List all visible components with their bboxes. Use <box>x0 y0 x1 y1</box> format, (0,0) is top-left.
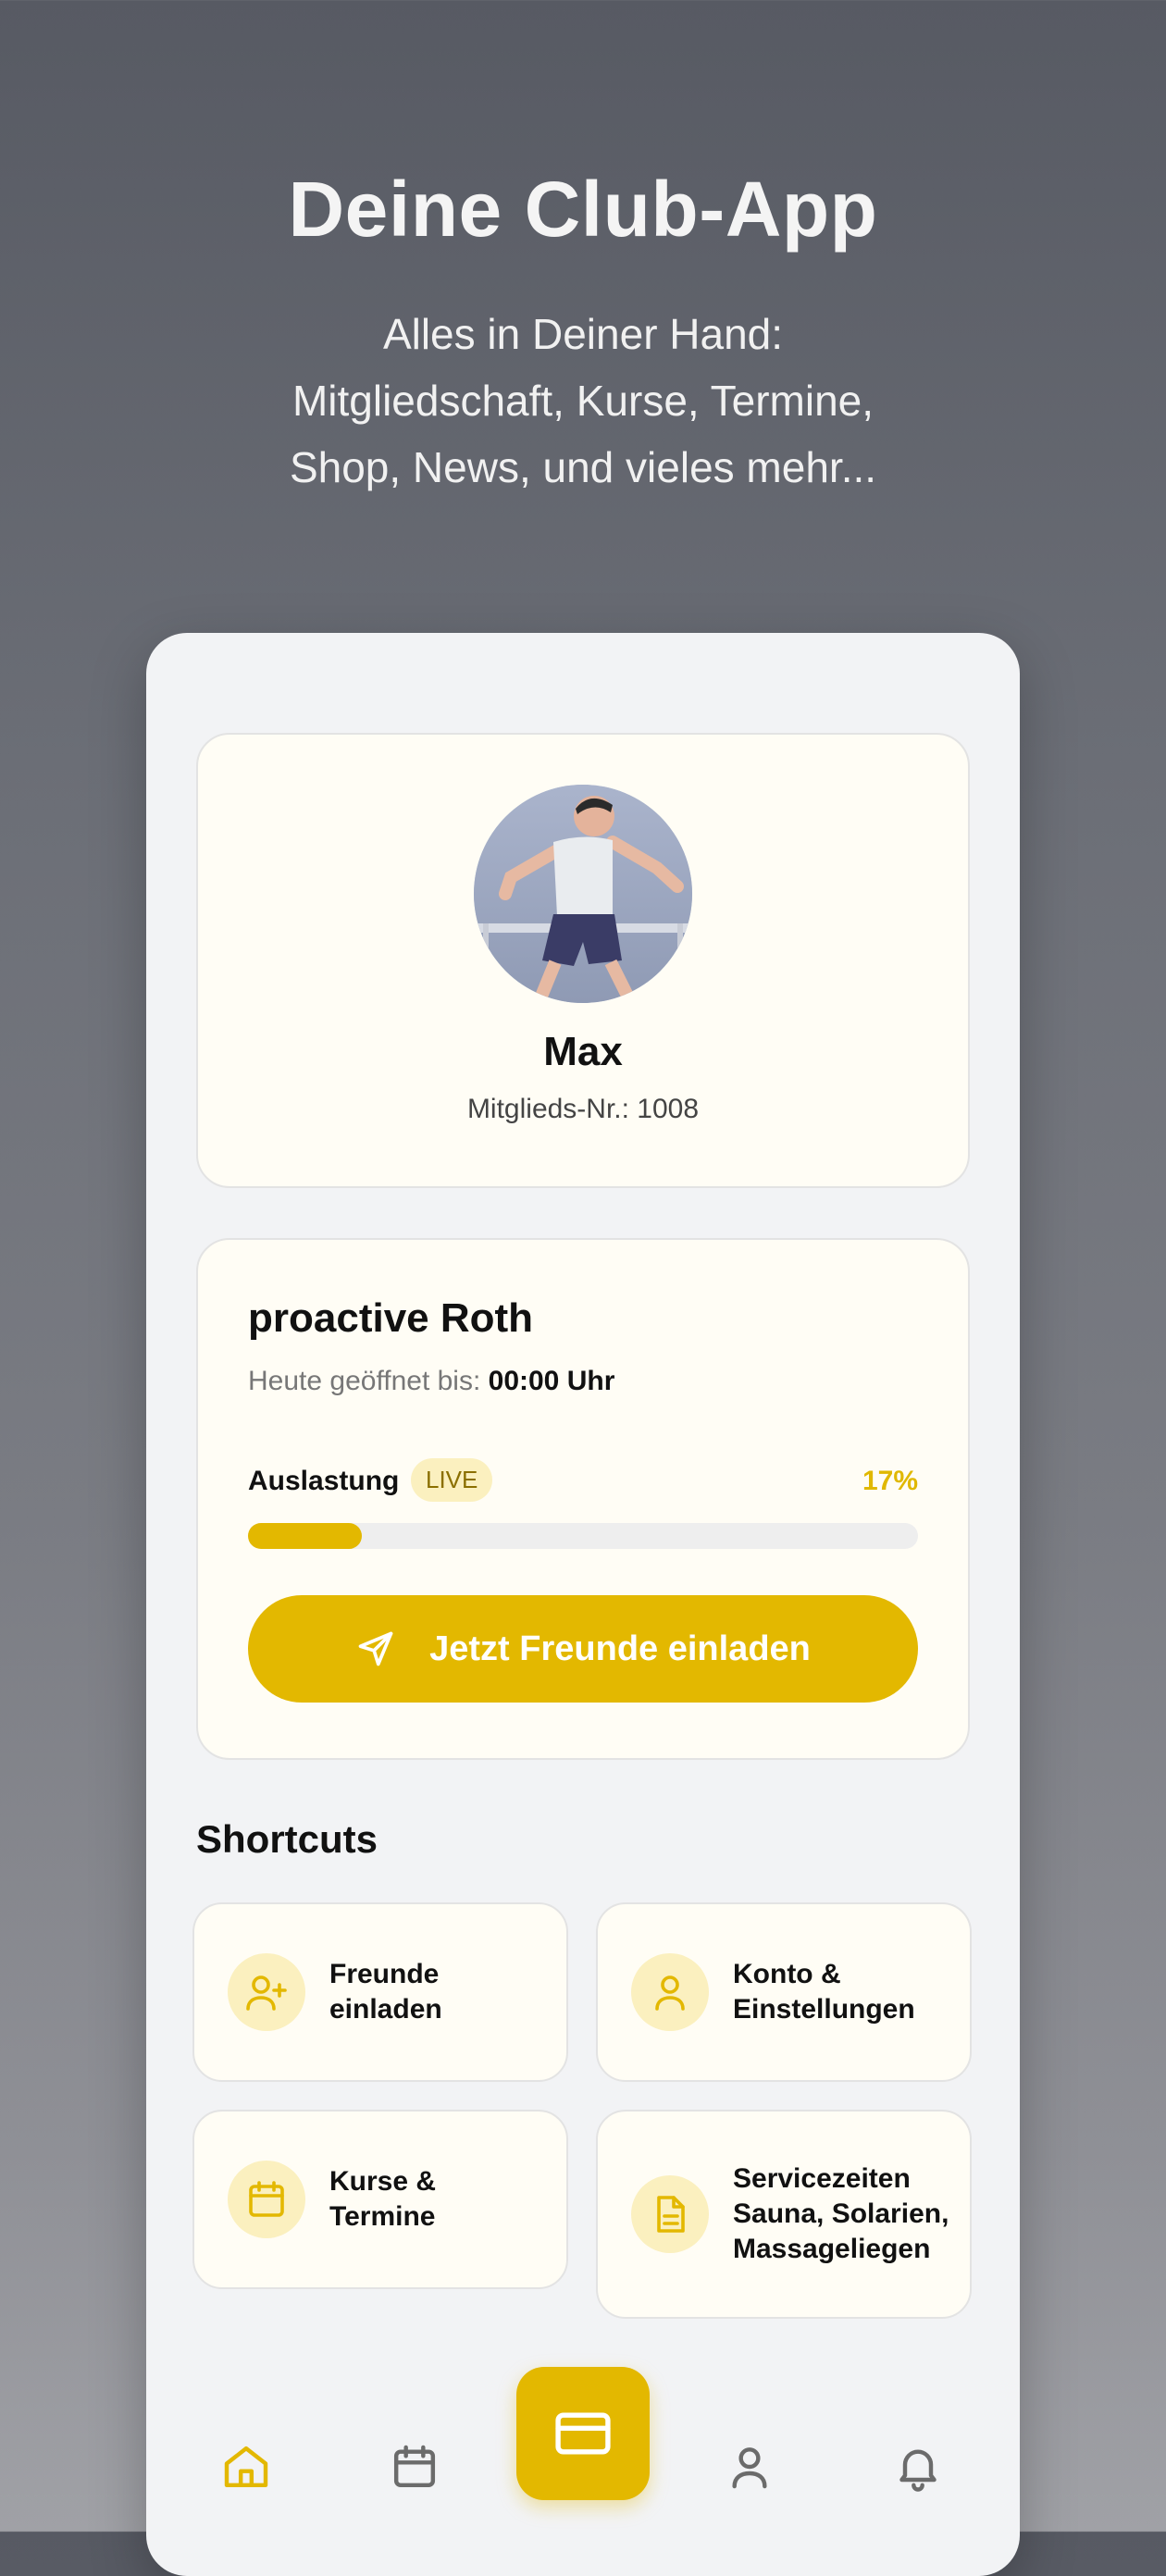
shortcut-label-line: Kurse & <box>329 2166 437 2197</box>
shortcut-label: Freunde einladen <box>329 1957 442 2027</box>
hero-subtitle-line: Mitgliedschaft, Kurse, Termine, <box>292 377 874 425</box>
hero-subtitle-line: Alles in Deiner Hand: <box>382 310 784 358</box>
shortcut-label: Kurse & Termine <box>329 2164 436 2235</box>
tab-notifications[interactable] <box>890 2439 946 2495</box>
shortcut-label-line: Servicezeiten <box>733 2163 911 2194</box>
occupancy-bar-fill <box>248 1523 363 1549</box>
hero-subtitle: Alles in Deiner Hand: Mitgliedschaft, Ku… <box>0 301 1166 501</box>
occupancy-bar <box>248 1523 918 1549</box>
shortcut-label: Servicezeiten Sauna, Solarien, Massageli… <box>733 2161 949 2267</box>
bottom-tab-bar <box>146 2345 1020 2576</box>
shortcut-label-line: einladen <box>329 1994 442 2025</box>
club-card: proactive Roth Heute geöffnet bis: 00:00… <box>196 1238 970 1760</box>
shortcut-label-line: Konto & <box>733 1959 841 1989</box>
calendar-icon <box>393 2445 436 2488</box>
avatar[interactable] <box>474 785 692 1003</box>
tab-calendar[interactable] <box>387 2439 442 2495</box>
document-icon <box>631 2175 709 2253</box>
live-badge: LIVE <box>411 1458 493 1502</box>
bell-icon <box>899 2449 937 2492</box>
shortcut-invite-friends[interactable]: Freunde einladen <box>192 1902 568 2082</box>
occupancy-row: Auslastung LIVE 17% <box>248 1458 918 1503</box>
phone-screen: Max Mitglieds-Nr.: 1008 proactive Roth H… <box>146 633 1020 2576</box>
user-icon <box>631 1953 709 2031</box>
opening-hours-label: Heute geöffnet bis: <box>248 1366 481 1396</box>
occupancy-percent: 17% <box>862 1466 918 1496</box>
shortcut-label-line: Sauna, Solarien, <box>733 2198 949 2229</box>
shortcut-label-line: Freunde <box>329 1959 440 1989</box>
send-icon <box>358 1631 393 1666</box>
occupancy-label: Auslastung <box>248 1466 400 1496</box>
shortcut-account-settings[interactable]: Konto & Einstellungen <box>596 1902 972 2082</box>
profile-name: Max <box>543 1029 623 1074</box>
hero-subtitle-line: Shop, News, und vieles mehr... <box>289 443 877 491</box>
member-number: Mitglieds-Nr.: 1008 <box>466 1094 700 1124</box>
shortcut-label-line: Einstellungen <box>733 1994 915 2025</box>
profile-card[interactable]: Max Mitglieds-Nr.: 1008 <box>196 733 970 1188</box>
shortcut-label: Konto & Einstellungen <box>733 1957 915 2027</box>
user-icon <box>732 2447 767 2489</box>
opening-hours-time: 00:00 Uhr <box>488 1366 615 1396</box>
tab-membership-card[interactable] <box>516 2367 650 2500</box>
tab-profile[interactable] <box>722 2439 777 2495</box>
hero-title: Deine Club-App <box>288 166 878 253</box>
shortcut-service-times[interactable]: Servicezeiten Sauna, Solarien, Massageli… <box>596 2110 972 2319</box>
card-icon <box>555 2412 611 2455</box>
shortcut-courses-appointments[interactable]: Kurse & Termine <box>192 2110 568 2289</box>
club-name: proactive Roth <box>248 1295 534 1341</box>
user-plus-icon <box>228 1953 305 2031</box>
calendar-icon <box>228 2161 305 2238</box>
home-icon <box>224 2446 268 2488</box>
shortcut-label-line: Termine <box>329 2201 436 2232</box>
tab-home[interactable] <box>218 2439 274 2495</box>
shortcut-label-line: Massageliegen <box>733 2234 931 2264</box>
invite-friends-button[interactable]: Jetzt Freunde einladen <box>248 1595 918 1703</box>
shortcuts-title: Shortcuts <box>196 1817 378 1861</box>
invite-friends-label: Jetzt Freunde einladen <box>429 1629 811 1668</box>
opening-hours: Heute geöffnet bis: 00:00 Uhr <box>248 1366 614 1397</box>
